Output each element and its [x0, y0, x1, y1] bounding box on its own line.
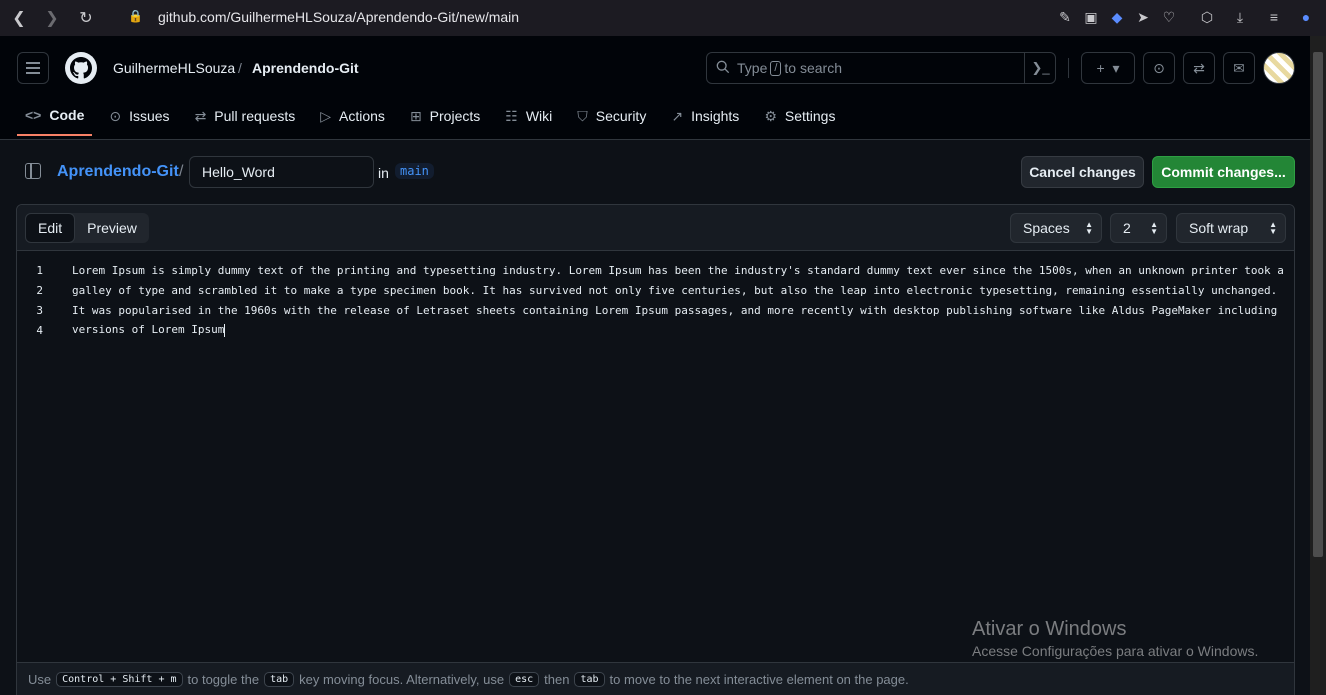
git-pull-request-icon: ⇄ — [1193, 59, 1205, 76]
line-number: 1 — [36, 263, 43, 277]
kbd-esc: esc — [509, 671, 540, 687]
git-pull-request-icon: ⇄ — [194, 107, 207, 124]
cube-icon[interactable]: ⬡ — [1198, 8, 1216, 26]
search-prefix: Type — [737, 60, 768, 76]
wrap-mode-select[interactable]: Soft wrap ▲ ▼ — [1176, 213, 1286, 243]
commit-changes-button[interactable]: Commit changes... — [1152, 156, 1295, 188]
address-bar[interactable]: github.com/GuilhermeHLSouza/Aprendendo-G… — [158, 9, 519, 25]
tab-security[interactable]: ⛉ Security — [569, 96, 654, 136]
code-editor[interactable]: 1 Lorem Ipsum is simply dummy text of the… — [17, 260, 1294, 340]
kbd-shortcut: Control + Shift + m — [56, 671, 183, 687]
keyboard-hint-bar: Use Control + Shift + m to toggle the ta… — [17, 662, 1294, 695]
pull-requests-button[interactable]: ⇄ — [1183, 52, 1215, 84]
indent-mode-select[interactable]: Spaces ▲ ▼ — [1010, 213, 1102, 243]
preview-tab[interactable]: Preview — [75, 213, 149, 243]
hamburger-menu-button[interactable] — [17, 52, 49, 84]
text-cursor — [224, 323, 226, 337]
avatar[interactable] — [1263, 52, 1295, 84]
book-icon: ☷ — [505, 107, 518, 124]
line-text: It was popularised in the 1960s with the… — [72, 303, 1278, 317]
tab-code[interactable]: <> Code — [17, 96, 93, 136]
select-caret-icon: ▲ ▼ — [1150, 220, 1158, 236]
forward-icon[interactable]: ❯ — [40, 6, 64, 30]
branch-badge: main — [395, 163, 434, 179]
search-shortcut-key: / — [770, 60, 782, 76]
select-caret-icon: ▲ ▼ — [1269, 220, 1277, 236]
send-icon[interactable]: ➤ — [1134, 8, 1152, 26]
github-logo-icon[interactable] — [65, 52, 97, 84]
tab-actions[interactable]: ▷ Actions — [312, 96, 393, 136]
scrollbar-thumb[interactable] — [1313, 52, 1323, 557]
line-number: 3 — [36, 303, 43, 317]
play-icon: ▷ — [320, 107, 332, 124]
tab-insights[interactable]: ↗ Insights — [663, 96, 747, 136]
gear-icon: ⚙ — [764, 107, 777, 124]
plus-icon: + ▾ — [1096, 59, 1120, 76]
in-label: in — [378, 165, 389, 181]
heart-icon[interactable]: ♡ — [1160, 8, 1178, 26]
line-number: 2 — [36, 283, 43, 297]
menu-icon[interactable]: ≡ — [1265, 8, 1283, 26]
kbd-tab: tab — [574, 671, 605, 687]
line-number: 4 — [36, 323, 43, 337]
sidebar-expand-icon[interactable] — [25, 163, 41, 179]
filename-input[interactable]: Hello_Word — [189, 156, 374, 188]
command-palette-icon[interactable]: ❯_ — [1024, 52, 1056, 84]
file-path-repo-link[interactable]: Aprendendo-Git — [57, 163, 179, 181]
line-text: galley of type and scrambled it to make … — [72, 283, 1278, 297]
select-caret-icon: ▲ ▼ — [1085, 220, 1093, 236]
code-line: 4 versions of Lorem Ipsum — [17, 320, 1294, 340]
graph-icon: ↗ — [671, 107, 684, 124]
reload-icon[interactable]: ↻ — [74, 6, 98, 30]
issue-opened-icon: ⊙ — [109, 107, 122, 124]
download-icon[interactable]: ⤓ — [1231, 8, 1249, 26]
tab-issues[interactable]: ⊙ Issues — [101, 96, 177, 136]
search-suffix: to search — [784, 60, 843, 76]
kbd-tab: tab — [264, 671, 295, 687]
breadcrumb-owner[interactable]: GuilhermeHLSouza — [113, 60, 235, 76]
shield-icon: ⛉ — [577, 107, 588, 124]
repo-tabs: <> Code ⊙ Issues ⇄ Pull requests ▷ Actions ⊞… — [17, 96, 852, 140]
profile-icon[interactable]: ● — [1297, 8, 1315, 26]
windows-activation-subtitle: Acesse Configurações para ativar o Windo… — [972, 643, 1259, 659]
search-icon — [716, 60, 730, 74]
issues-button[interactable]: ⊙ — [1143, 52, 1175, 84]
create-new-button[interactable]: + ▾ — [1081, 52, 1135, 84]
editor-toolbar — [17, 205, 1294, 251]
search-input[interactable]: Type / to search — [706, 52, 1056, 84]
breadcrumb-separator: / — [238, 60, 242, 76]
tab-projects[interactable]: ⊞ Projects — [402, 96, 488, 136]
breadcrumb-repo[interactable]: Aprendendo-Git — [252, 60, 359, 76]
back-icon[interactable]: ❮ — [7, 6, 31, 30]
windows-activation-title: Ativar o Windows — [972, 618, 1127, 640]
cancel-changes-button[interactable]: Cancel changes — [1021, 156, 1144, 188]
browser-toolbar: ❮ ❯ ↻ 🔒 github.com/GuilhermeHLSouza/Apre… — [0, 0, 1326, 36]
header-divider — [1068, 58, 1069, 78]
line-text-last: versions of Lorem Ipsum — [72, 323, 226, 337]
table-icon: ⊞ — [409, 107, 422, 124]
tab-wiki[interactable]: ☷ Wiki — [497, 96, 560, 136]
tab-settings[interactable]: ⚙ Settings — [756, 96, 843, 136]
line-text: Lorem Ipsum is simply dummy text of the … — [72, 263, 1284, 277]
lock-icon: 🔒 — [128, 9, 143, 23]
inbox-icon: ✉ — [1233, 59, 1245, 76]
indent-size-select[interactable]: 2 ▲ ▼ — [1110, 213, 1167, 243]
file-path-separator: / — [179, 163, 184, 180]
camera-icon[interactable]: ▣ — [1082, 8, 1100, 26]
edit-tab[interactable]: Edit — [25, 213, 76, 243]
inbox-button[interactable]: ✉ — [1223, 52, 1255, 84]
code-line: 2 galley of type and scrambled it to make… — [17, 280, 1294, 300]
tab-pull-requests[interactable]: ⇄ Pull requests — [187, 96, 304, 136]
issue-opened-icon: ⊙ — [1153, 59, 1165, 76]
code-icon: <> — [25, 107, 42, 123]
shield-extension-icon[interactable]: ◆ — [1108, 8, 1126, 26]
edit-preview-toggle: Edit Preview — [25, 213, 149, 243]
code-line: 3 It was popularised in the 1960s with th… — [17, 300, 1294, 320]
edit-page-icon[interactable]: ✎ — [1056, 8, 1074, 26]
code-line: 1 Lorem Ipsum is simply dummy text of the… — [17, 260, 1294, 280]
